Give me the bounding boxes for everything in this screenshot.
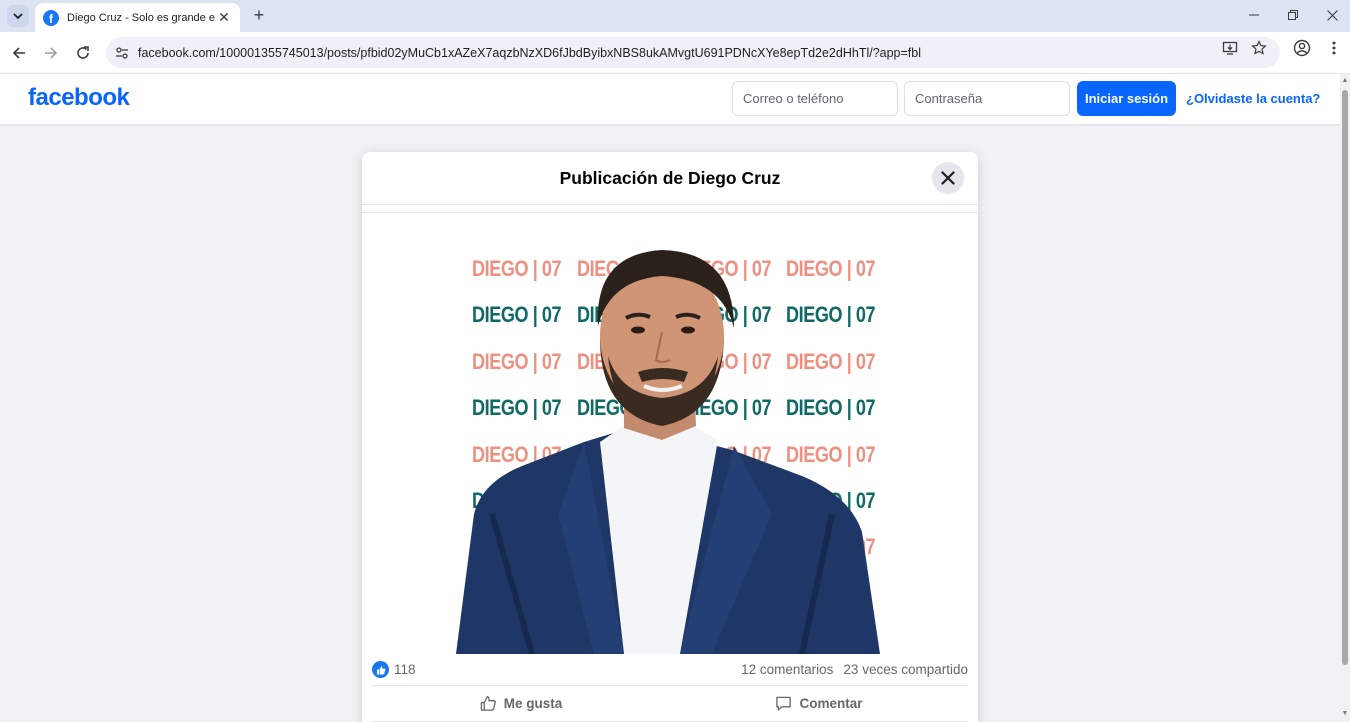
- post-dialog: Publicación de Diego Cruz DIEGO | 07 DIEG…: [362, 152, 978, 722]
- browser-menu-icon[interactable]: [1325, 39, 1343, 57]
- install-app-icon[interactable]: [1221, 39, 1239, 57]
- engagement-counts: 12 comentarios 23 veces compartido: [741, 662, 968, 677]
- comment-button[interactable]: Comentar: [670, 686, 968, 721]
- tab-close-icon[interactable]: ✕: [216, 9, 232, 26]
- post-actions: Me gusta Comentar: [372, 686, 968, 722]
- back-button[interactable]: [7, 41, 31, 65]
- bookmark-star-icon[interactable]: [1250, 39, 1268, 57]
- close-dialog-button[interactable]: [932, 162, 964, 194]
- chevron-down-icon: [13, 13, 23, 20]
- scrollbar-thumb[interactable]: [1342, 90, 1348, 665]
- restore-icon: [1288, 10, 1298, 20]
- post-dialog-header: Publicación de Diego Cruz: [362, 152, 978, 205]
- comment-bubble-icon: [776, 696, 792, 711]
- browser-tab-strip: f Diego Cruz - Solo es grande en ✕ +: [0, 0, 1350, 32]
- forward-button[interactable]: [39, 41, 63, 65]
- facebook-favicon-icon: f: [43, 9, 59, 26]
- browser-tab-active[interactable]: f Diego Cruz - Solo es grande en ✕: [35, 3, 240, 32]
- restore-button[interactable]: [1273, 0, 1313, 30]
- login-button[interactable]: Iniciar sesión: [1077, 81, 1176, 116]
- close-icon: [1326, 9, 1338, 21]
- comments-count[interactable]: 12 comentarios: [741, 662, 833, 677]
- post-dialog-title: Publicación de Diego Cruz: [559, 167, 781, 188]
- site-info-icon[interactable]: [114, 45, 130, 61]
- like-button[interactable]: Me gusta: [372, 686, 670, 721]
- scroll-down-icon[interactable]: ▼: [1341, 710, 1349, 718]
- forgot-account-link[interactable]: ¿Olvidaste la cuenta?: [1186, 91, 1320, 106]
- address-bar[interactable]: facebook.com/100001355745013/posts/pfbid…: [106, 37, 1280, 68]
- arrow-right-icon: [45, 47, 58, 59]
- password-field[interactable]: [904, 81, 1070, 116]
- like-reaction-icon[interactable]: [372, 661, 389, 678]
- browser-toolbar: facebook.com/100001355745013/posts/pfbid…: [0, 32, 1350, 74]
- post-stats-bar: 118 12 comentarios 23 veces compartido: [372, 654, 968, 686]
- minimize-button[interactable]: [1234, 0, 1274, 30]
- tab-title: Diego Cruz - Solo es grande en: [67, 11, 215, 24]
- tab-search-menu-button[interactable]: [7, 5, 29, 27]
- scroll-up-icon[interactable]: ▲: [1341, 77, 1349, 85]
- new-tab-button[interactable]: +: [249, 4, 269, 26]
- post-photo[interactable]: DIEGO | 07DIEGO | 07DIEGO | 07DIEGO | 07…: [362, 214, 978, 654]
- divider: [362, 212, 978, 213]
- thumbs-up-icon: [480, 696, 496, 711]
- facebook-header: facebook Iniciar sesión ¿Olvidaste la cu…: [0, 74, 1340, 124]
- page-scrollbar[interactable]: ▲ ▼: [1340, 74, 1350, 722]
- person-portrait: [456, 250, 880, 654]
- close-icon: [941, 171, 955, 185]
- close-window-button[interactable]: [1312, 0, 1350, 30]
- email-field[interactable]: [732, 81, 898, 116]
- shares-count[interactable]: 23 veces compartido: [843, 662, 968, 677]
- arrow-left-icon: [12, 47, 25, 59]
- like-label: Me gusta: [503, 696, 563, 711]
- url-text[interactable]: facebook.com/100001355745013/posts/pfbid…: [138, 46, 1218, 60]
- reload-icon: [77, 46, 89, 59]
- reactions-count[interactable]: 118: [394, 662, 416, 677]
- comment-label: Comentar: [799, 696, 863, 711]
- minimize-icon: [1249, 14, 1259, 16]
- reload-button[interactable]: [71, 41, 95, 65]
- profile-icon[interactable]: [1293, 39, 1311, 57]
- facebook-logo[interactable]: facebook: [28, 84, 130, 112]
